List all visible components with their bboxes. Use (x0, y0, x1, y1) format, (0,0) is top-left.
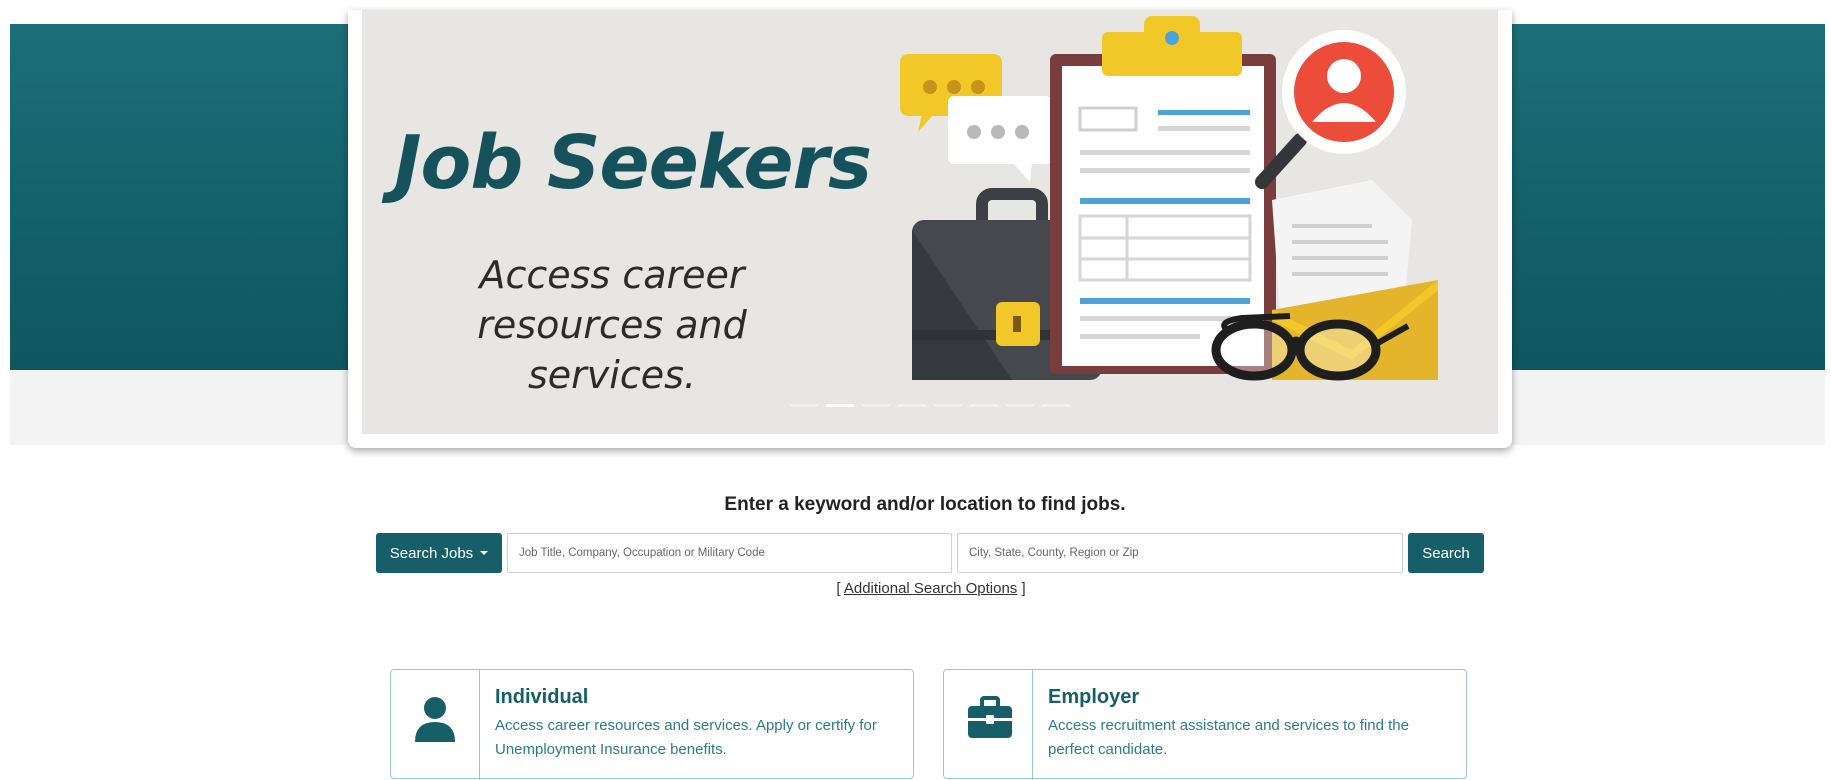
additional-search-options-link[interactable]: Additional Search Options (844, 580, 1017, 597)
briefcase-icon (968, 696, 1012, 738)
carousel-indicator[interactable] (862, 404, 890, 407)
bracket-open: [ (836, 580, 841, 597)
carousel-indicator[interactable] (826, 404, 854, 407)
hero-subtitle: Access career resources and services. (477, 253, 747, 397)
carousel-indicator[interactable] (1006, 404, 1034, 407)
hero-title: Job Seekers (394, 120, 872, 206)
bracket-close: ] (1021, 580, 1026, 597)
white-chat-bubble-icon (948, 96, 1052, 182)
card-description: Access recruitment assistance and servic… (1048, 717, 1409, 758)
carousel-indicator[interactable] (934, 404, 962, 407)
search-type-dropdown[interactable]: Search Jobs (376, 533, 502, 573)
additional-search-options: [ Additional Search Options ] (0, 580, 1831, 597)
search-type-label: Search Jobs (389, 544, 474, 562)
carousel-indicator[interactable] (1042, 404, 1070, 407)
magnifier-person-icon (1255, 30, 1406, 189)
search-button[interactable]: Search (1408, 533, 1484, 573)
individual-icon-column (391, 670, 480, 780)
carousel-indicator[interactable] (790, 404, 818, 407)
card-title: Individual (495, 686, 589, 708)
job-seeker-illustration (900, 16, 1438, 381)
employer-icon-column (944, 670, 1033, 780)
location-search-input[interactable] (957, 533, 1403, 573)
carousel-indicators (790, 404, 1070, 407)
carousel-indicator[interactable] (898, 404, 926, 407)
person-icon (415, 697, 455, 742)
keyword-search-input[interactable] (507, 533, 952, 573)
individual-card[interactable]: Individual Access career resources and s… (390, 669, 914, 780)
search-prompt: Enter a keyword and/or location to find … (724, 494, 1126, 515)
hero-carousel-slide[interactable]: Job Seekers Access career resources and … (362, 10, 1498, 434)
caret-down-icon (480, 551, 489, 555)
card-description: Access career resources and services. Ap… (495, 717, 877, 758)
card-title: Employer (1048, 686, 1140, 708)
carousel-indicator[interactable] (970, 404, 998, 407)
employer-card[interactable]: Employer Access recruitment assistance a… (943, 669, 1467, 780)
